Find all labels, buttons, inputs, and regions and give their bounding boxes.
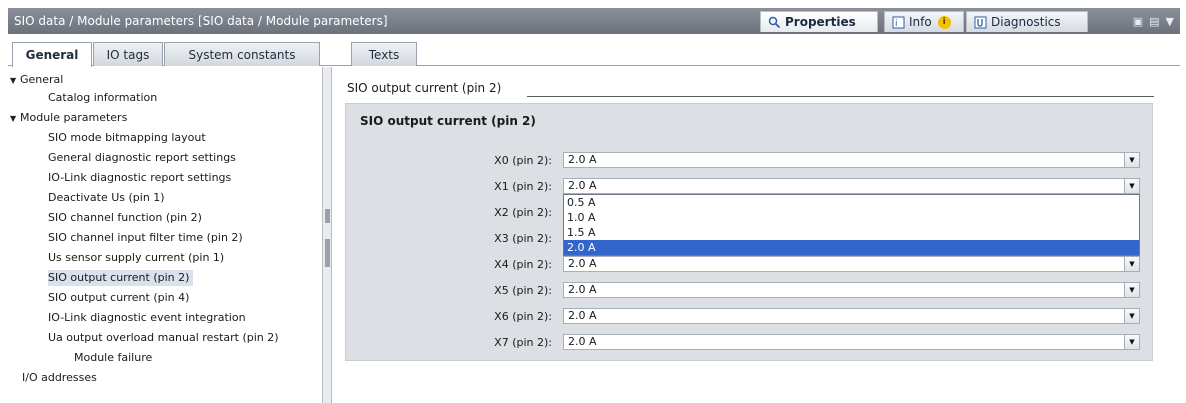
minimize-icon[interactable]: ▤ bbox=[1149, 15, 1159, 28]
tab-bar: General IO tags System constants Texts bbox=[8, 40, 1180, 67]
dropdown-option[interactable]: 1.0 A bbox=[564, 210, 1139, 225]
tree-item-sio-output-current-pin2[interactable]: SIO output current (pin 2) bbox=[48, 270, 194, 286]
tab-general[interactable]: General bbox=[12, 42, 92, 67]
tree-item-general[interactable]: ▼ General bbox=[10, 72, 67, 88]
info-badge-icon: i bbox=[937, 15, 951, 29]
field-label-x6: X6 (pin 2): bbox=[494, 310, 552, 323]
combo-x6[interactable]: 2.0 A ▼ bbox=[563, 308, 1140, 324]
tab-info[interactable]: i Info i bbox=[884, 11, 964, 32]
splitter-handle-icon[interactable] bbox=[325, 239, 330, 253]
section-header: SIO output current (pin 2) bbox=[347, 81, 502, 95]
main-content: SIO output current (pin 2) SIO output cu… bbox=[333, 67, 1180, 403]
combo-x7[interactable]: 2.0 A ▼ bbox=[563, 334, 1140, 350]
chevron-down-icon[interactable]: ▼ bbox=[1124, 335, 1139, 349]
tree-item-module-parameters[interactable]: ▼ Module parameters bbox=[10, 110, 131, 126]
tree-item-iolink-event-integration[interactable]: IO-Link diagnostic event integration bbox=[48, 310, 250, 326]
tree-item-sio-output-current-pin4[interactable]: SIO output current (pin 4) bbox=[48, 290, 193, 306]
dropdown-option[interactable]: 1.5 A bbox=[564, 225, 1139, 240]
tree-item-sio-channel-function[interactable]: SIO channel function (pin 2) bbox=[48, 210, 206, 226]
tree-item-io-addresses[interactable]: I/O addresses bbox=[22, 370, 101, 386]
dropdown-list-x1: 0.5 A 1.0 A 1.5 A 2.0 A bbox=[563, 194, 1140, 256]
tab-system-constants[interactable]: System constants bbox=[164, 42, 320, 66]
tab-properties-label: Properties bbox=[785, 15, 856, 29]
svg-text:i: i bbox=[895, 19, 898, 29]
navigation-tree: ▼ General Catalog information ▼ Module par… bbox=[8, 67, 322, 403]
chevron-down-icon[interactable]: ▼ bbox=[1124, 309, 1139, 323]
tree-item-sio-mode-bitmapping[interactable]: SIO mode bitmapping layout bbox=[48, 130, 210, 146]
chevron-down-icon[interactable]: ▼ bbox=[1166, 15, 1174, 28]
tab-texts[interactable]: Texts bbox=[351, 42, 417, 66]
field-label-x1: X1 (pin 2): bbox=[494, 180, 552, 193]
diagnostics-icon bbox=[973, 15, 987, 29]
chevron-down-icon[interactable]: ▼ bbox=[1124, 179, 1139, 193]
combo-x6-value: 2.0 A bbox=[568, 309, 597, 322]
tree-item-deactivate-us[interactable]: Deactivate Us (pin 1) bbox=[48, 190, 169, 206]
field-label-x7: X7 (pin 2): bbox=[494, 336, 552, 349]
tab-io-tags[interactable]: IO tags bbox=[93, 42, 163, 66]
combo-x5-value: 2.0 A bbox=[568, 283, 597, 296]
info-tab-icon: i bbox=[891, 15, 905, 29]
tab-properties[interactable]: Properties bbox=[760, 11, 878, 32]
field-label-x0: X0 (pin 2): bbox=[494, 154, 552, 167]
chevron-down-icon[interactable]: ▼ bbox=[1124, 257, 1139, 271]
expand-arrow-icon[interactable]: ▼ bbox=[10, 111, 20, 127]
field-label-x4: X4 (pin 2): bbox=[494, 258, 552, 271]
combo-x4[interactable]: 2.0 A ▼ bbox=[563, 256, 1140, 272]
tree-item-us-sensor-supply[interactable]: Us sensor supply current (pin 1) bbox=[48, 250, 228, 266]
window-title: SIO data / Module parameters [SIO data /… bbox=[14, 14, 388, 28]
tree-item-sio-input-filter[interactable]: SIO channel input filter time (pin 2) bbox=[48, 230, 247, 246]
combo-x5[interactable]: 2.0 A ▼ bbox=[563, 282, 1140, 298]
tree-item-iolink-diagnostic[interactable]: IO-Link diagnostic report settings bbox=[48, 170, 235, 186]
combo-x0[interactable]: 2.0 A ▼ bbox=[563, 152, 1140, 168]
combo-x7-value: 2.0 A bbox=[568, 335, 597, 348]
tree-item-catalog-information[interactable]: Catalog information bbox=[48, 90, 161, 106]
window-controls: ▣ ▤ ▼ bbox=[1133, 15, 1174, 28]
float-icon[interactable]: ▣ bbox=[1133, 15, 1143, 28]
dropdown-option-selected[interactable]: 2.0 A bbox=[564, 240, 1139, 255]
properties-icon bbox=[767, 15, 781, 29]
dropdown-option[interactable]: 0.5 A bbox=[564, 195, 1139, 210]
combo-x1[interactable]: 2.0 A ▼ bbox=[563, 178, 1140, 194]
title-bar: SIO data / Module parameters [SIO data /… bbox=[8, 8, 1180, 34]
tab-diagnostics-label: Diagnostics bbox=[991, 15, 1061, 29]
chevron-down-icon[interactable]: ▼ bbox=[1124, 283, 1139, 297]
combo-x1-value: 2.0 A bbox=[568, 179, 597, 192]
tree-item-ua-output-overload[interactable]: Ua output overload manual restart (pin 2… bbox=[48, 330, 283, 346]
tree-item-general-diagnostic[interactable]: General diagnostic report settings bbox=[48, 150, 240, 166]
combo-x4-value: 2.0 A bbox=[568, 257, 597, 270]
section-divider bbox=[527, 96, 1154, 97]
splitter-handle-icon[interactable] bbox=[325, 209, 330, 223]
field-label-x3: X3 (pin 2): bbox=[494, 232, 552, 245]
splitter-handle-icon[interactable] bbox=[325, 253, 330, 267]
tab-diagnostics[interactable]: Diagnostics bbox=[966, 11, 1088, 32]
tree-item-module-failure[interactable]: Module failure bbox=[74, 350, 156, 366]
parameter-group: SIO output current (pin 2) X0 (pin 2): X… bbox=[345, 103, 1153, 361]
expand-arrow-icon[interactable]: ▼ bbox=[10, 73, 20, 89]
combo-x0-value: 2.0 A bbox=[568, 153, 597, 166]
tab-info-label: Info bbox=[909, 15, 932, 29]
group-title: SIO output current (pin 2) bbox=[360, 114, 536, 128]
pane-splitter[interactable] bbox=[322, 67, 332, 403]
field-label-x5: X5 (pin 2): bbox=[494, 284, 552, 297]
field-label-x2: X2 (pin 2): bbox=[494, 206, 552, 219]
chevron-down-icon[interactable]: ▼ bbox=[1124, 153, 1139, 167]
